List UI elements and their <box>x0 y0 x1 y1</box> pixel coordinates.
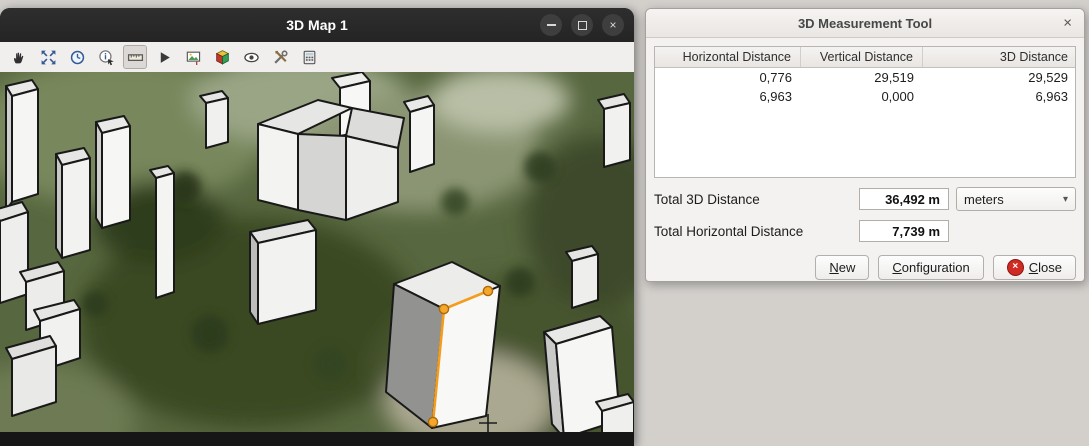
view-theme-icon[interactable] <box>239 45 263 69</box>
pan-icon[interactable] <box>7 45 31 69</box>
dialog-title: 3D Measurement Tool <box>798 16 932 31</box>
total-3d-row: Total 3D Distance 36,492 m meters ▾ <box>654 187 1076 211</box>
maximize-icon[interactable] <box>571 14 593 36</box>
cell-horizontal: 6,963 <box>655 87 801 106</box>
table-header-row: Horizontal Distance Vertical Distance 3D… <box>655 47 1075 68</box>
close-icon[interactable]: × <box>602 14 624 36</box>
clock-icon[interactable] <box>65 45 89 69</box>
map-toolbar <box>0 42 634 73</box>
identify-icon[interactable] <box>94 45 118 69</box>
map-scene <box>0 72 634 432</box>
header-3d-distance[interactable]: 3D Distance <box>923 47 1077 67</box>
window-controls: × <box>540 14 624 36</box>
close-button[interactable]: × Close <box>993 255 1076 280</box>
total-3d-distance-label: Total 3D Distance <box>654 192 852 207</box>
dialog-button-row: New Configuration × Close <box>654 255 1076 280</box>
cell-3d: 6,963 <box>923 87 1077 106</box>
measure-icon[interactable] <box>123 45 147 69</box>
measurement-table: Horizontal Distance Vertical Distance 3D… <box>654 46 1076 178</box>
cell-vertical: 29,519 <box>801 68 923 87</box>
cell-3d: 29,529 <box>923 68 1077 87</box>
table-row[interactable]: 0,776 29,519 29,529 <box>655 68 1075 87</box>
map-window-title: 3D Map 1 <box>286 17 347 33</box>
table-row[interactable]: 6,963 0,000 6,963 <box>655 87 1075 106</box>
cell-horizontal: 0,776 <box>655 68 801 87</box>
unit-selected-value: meters <box>964 192 1004 207</box>
measurement-dialog: 3D Measurement Tool × Horizontal Distanc… <box>645 8 1085 282</box>
new-button[interactable]: New <box>815 255 869 280</box>
total-horizontal-row: Total Horizontal Distance 7,739 m <box>654 220 1076 242</box>
calculator-icon[interactable] <box>297 45 321 69</box>
configuration-button[interactable]: Configuration <box>878 255 983 280</box>
zoom-full-icon[interactable] <box>36 45 60 69</box>
dialog-close-icon[interactable]: × <box>1059 14 1076 33</box>
tools-icon[interactable] <box>268 45 292 69</box>
header-horizontal-distance[interactable]: Horizontal Distance <box>655 47 801 67</box>
play-animation-icon[interactable] <box>152 45 176 69</box>
map-titlebar[interactable]: 3D Map 1 × <box>0 8 634 42</box>
save-image-icon[interactable] <box>181 45 205 69</box>
cell-vertical: 0,000 <box>801 87 923 106</box>
total-horizontal-distance-label: Total Horizontal Distance <box>654 224 852 239</box>
close-red-icon: × <box>1007 259 1024 276</box>
header-vertical-distance[interactable]: Vertical Distance <box>801 47 923 67</box>
map-3d-viewport[interactable] <box>0 72 634 432</box>
chevron-down-icon: ▾ <box>1063 194 1068 205</box>
map-window-bottom-edge <box>0 432 634 446</box>
minimize-icon[interactable] <box>540 14 562 36</box>
dialog-body: Horizontal Distance Vertical Distance 3D… <box>646 38 1084 282</box>
total-horizontal-distance-value: 7,739 m <box>859 220 949 242</box>
dialog-titlebar[interactable]: 3D Measurement Tool × <box>646 9 1084 38</box>
map-window: 3D Map 1 × <box>0 8 634 446</box>
unit-dropdown[interactable]: meters ▾ <box>956 187 1076 211</box>
total-3d-distance-value: 36,492 m <box>859 188 949 210</box>
export-3d-scene-icon[interactable] <box>210 45 234 69</box>
